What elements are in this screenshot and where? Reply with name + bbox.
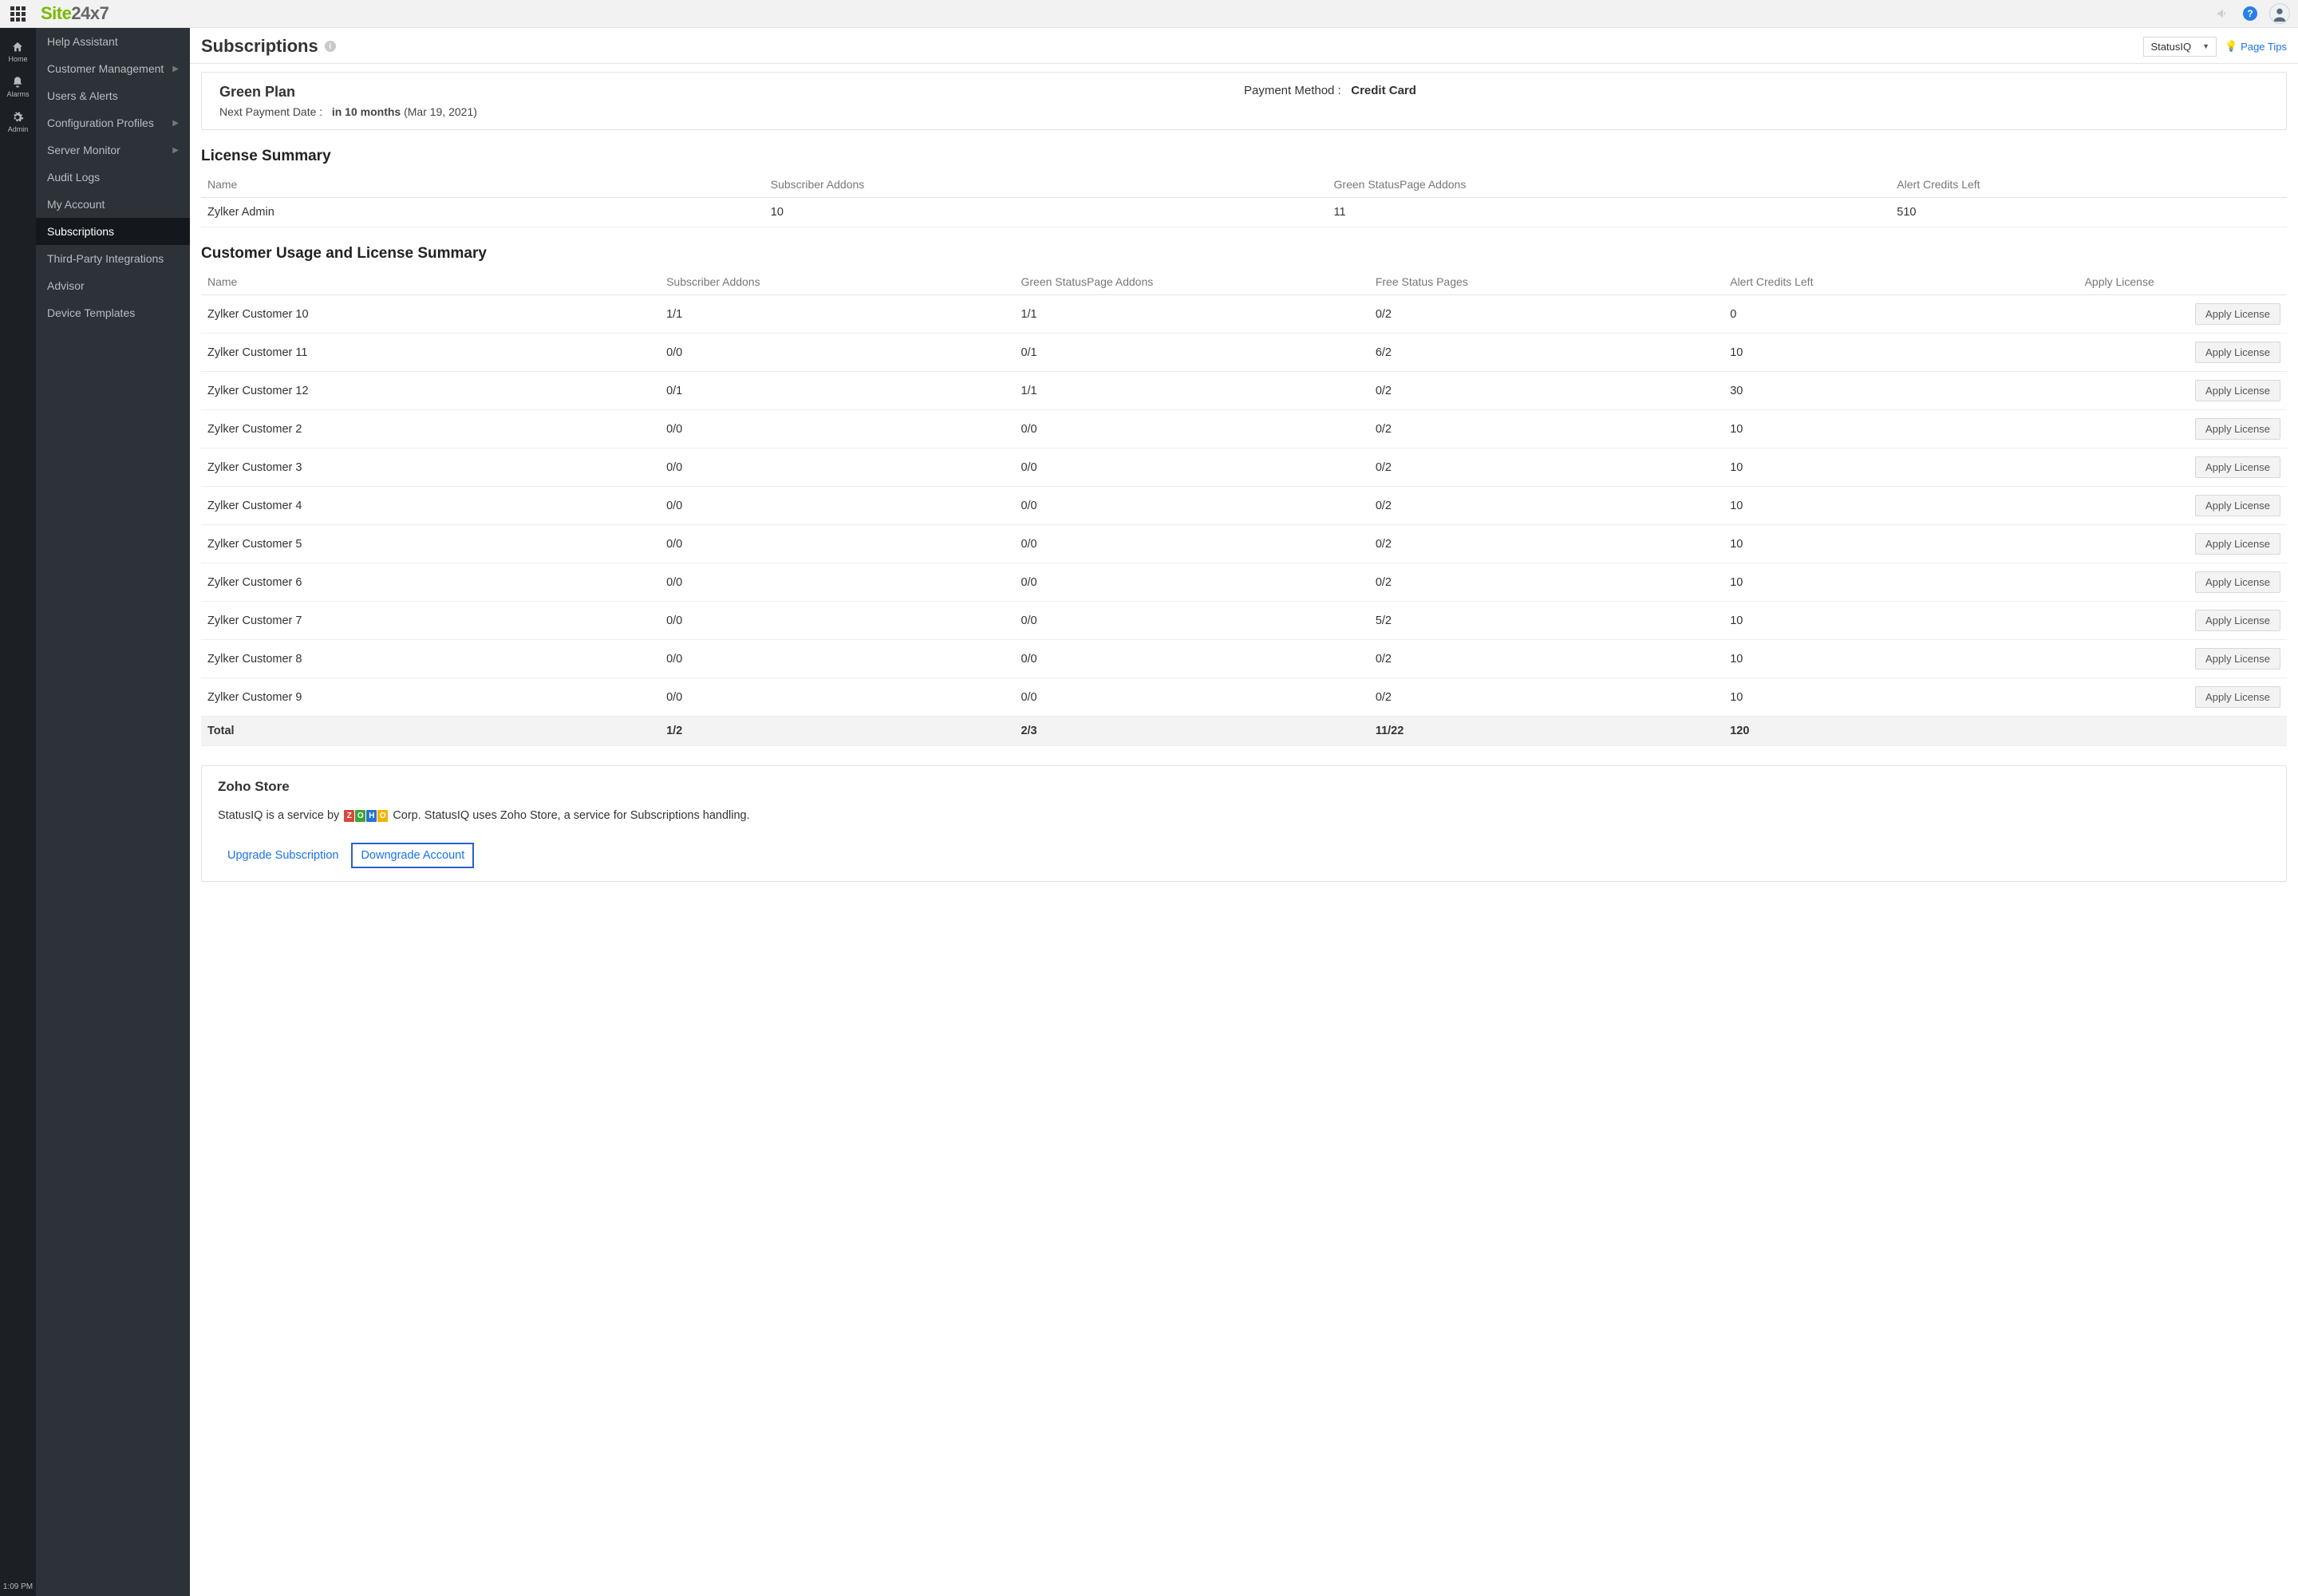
col-subscriber: Subscriber Addons (764, 172, 1328, 198)
zoho-logo-icon: ZOHO (342, 810, 389, 822)
rail-admin[interactable]: Admin (8, 105, 29, 140)
col-name: Name (201, 172, 764, 198)
top-header: Site24x7 ? (0, 0, 2298, 28)
rail-label: Alarms (6, 90, 29, 98)
apply-license-button[interactable]: Apply License (2195, 342, 2280, 363)
apply-license-button[interactable]: Apply License (2195, 303, 2280, 325)
apply-license-button[interactable]: Apply License (2195, 456, 2280, 478)
sidebar-item-label: Users & Alerts (47, 89, 118, 102)
usage-row: Zylker Customer 70/00/05/210Apply Licens… (201, 602, 2287, 640)
store-title: Zoho Store (218, 779, 2270, 795)
col-green: Green StatusPage Addons (1014, 269, 1368, 295)
sidebar-item-label: Configuration Profiles (47, 117, 154, 129)
payment-method: Payment Method : Credit Card (1244, 84, 2268, 118)
brand-logo: Site24x7 (41, 3, 109, 24)
sidebar-item-label: Customer Management (47, 62, 164, 75)
zoho-store-card: Zoho Store StatusIQ is a service by ZOHO… (201, 765, 2287, 882)
usage-row: Zylker Customer 90/00/00/210Apply Licens… (201, 678, 2287, 717)
sidebar-item-label: Audit Logs (47, 171, 100, 184)
col-alert: Alert Credits Left (1724, 269, 2078, 295)
apply-license-button[interactable]: Apply License (2195, 648, 2280, 670)
sidebar-item-subscriptions[interactable]: Subscriptions (36, 218, 190, 245)
apply-license-button[interactable]: Apply License (2195, 610, 2280, 631)
sidebar-item-help-assistant[interactable]: Help Assistant (36, 28, 190, 55)
sidebar-item-device-templates[interactable]: Device Templates (36, 299, 190, 326)
usage-row: Zylker Customer 20/00/00/210Apply Licens… (201, 410, 2287, 448)
usage-row: Zylker Customer 40/00/00/210Apply Licens… (201, 487, 2287, 525)
usage-row: Zylker Customer 60/00/00/210Apply Licens… (201, 563, 2287, 602)
sidebar-item-label: Subscriptions (47, 225, 114, 238)
sidebar-item-advisor[interactable]: Advisor (36, 272, 190, 299)
rail-home[interactable]: Home (8, 34, 27, 69)
chevron-right-icon: ▶ (172, 146, 179, 155)
user-avatar[interactable] (2269, 3, 2290, 24)
col-free: Free Status Pages (1369, 269, 1724, 295)
downgrade-account-link[interactable]: Downgrade Account (351, 843, 474, 868)
sidebar-item-label: My Account (47, 198, 105, 211)
rail-label: Admin (8, 125, 29, 133)
chevron-right-icon: ▶ (172, 65, 179, 73)
clock-label: 1:09 PM (3, 1582, 33, 1591)
sidebar-item-label: Advisor (47, 279, 85, 292)
license-summary-table: Name Subscriber Addons Green StatusPage … (201, 172, 2287, 227)
usage-row: Zylker Customer 30/00/00/210Apply Licens… (201, 448, 2287, 487)
bulb-icon: 💡 (2225, 40, 2237, 53)
usage-row: Zylker Customer 101/11/10/20Apply Licens… (201, 295, 2287, 334)
sidebar-item-audit-logs[interactable]: Audit Logs (36, 164, 190, 191)
sidebar: Help Assistant Customer Management ▶ Users … (36, 28, 190, 1596)
page-tips-link[interactable]: 💡 Page Tips (2225, 40, 2287, 53)
main-content: Subscriptions i StatusIQ ▼ 💡 Page Tips G… (190, 28, 2298, 1596)
sidebar-item-customer-management[interactable]: Customer Management ▶ (36, 55, 190, 82)
col-subscriber: Subscriber Addons (660, 269, 1014, 295)
plan-card: Green Plan Next Payment Date : in 10 mon… (201, 72, 2287, 130)
rail-alarms[interactable]: Alarms (6, 69, 29, 105)
store-description: StatusIQ is a service by ZOHO Corp. Stat… (218, 809, 2270, 822)
col-green: Green StatusPage Addons (1328, 172, 1891, 198)
apply-license-button[interactable]: Apply License (2195, 533, 2280, 555)
license-row: Zylker Admin 10 11 510 (201, 198, 2287, 227)
upgrade-subscription-link[interactable]: Upgrade Subscription (218, 843, 348, 868)
sidebar-item-users-alerts[interactable]: Users & Alerts (36, 82, 190, 109)
sidebar-item-my-account[interactable]: My Account (36, 191, 190, 218)
icon-rail: Home Alarms Admin 1:09 PM (0, 28, 36, 1596)
license-summary-title: License Summary (201, 148, 2287, 165)
sidebar-item-server-monitor[interactable]: Server Monitor ▶ (36, 136, 190, 164)
sidebar-item-configuration-profiles[interactable]: Configuration Profiles ▶ (36, 109, 190, 136)
chevron-right-icon: ▶ (172, 119, 179, 128)
col-alert: Alert Credits Left (1890, 172, 2287, 198)
usage-total-row: Total1/22/311/22120 (201, 717, 2287, 746)
sidebar-item-third-party-integrations[interactable]: Third-Party Integrations (36, 245, 190, 272)
info-icon[interactable]: i (325, 41, 336, 52)
sidebar-item-label: Third-Party Integrations (47, 252, 164, 265)
rail-label: Home (8, 55, 27, 63)
apply-license-button[interactable]: Apply License (2195, 686, 2280, 708)
apply-license-button[interactable]: Apply License (2195, 495, 2280, 516)
usage-row: Zylker Customer 120/11/10/230Apply Licen… (201, 372, 2287, 410)
selector-value: StatusIQ (2150, 41, 2191, 53)
col-apply: Apply License (2079, 269, 2287, 295)
chevron-down-icon: ▼ (2202, 42, 2209, 50)
apply-license-button[interactable]: Apply License (2195, 418, 2280, 440)
usage-row: Zylker Customer 110/00/16/210Apply Licen… (201, 334, 2287, 372)
apps-grid-icon (10, 6, 26, 22)
help-icon[interactable]: ? (2242, 6, 2258, 22)
col-name: Name (201, 269, 660, 295)
apps-launcher-button[interactable] (0, 0, 36, 28)
page-title: Subscriptions i (201, 36, 336, 57)
usage-row: Zylker Customer 80/00/00/210Apply Licens… (201, 640, 2287, 678)
usage-row: Zylker Customer 50/00/00/210Apply Licens… (201, 525, 2287, 563)
next-payment: Next Payment Date : in 10 months (Mar 19… (219, 105, 1244, 118)
plan-name: Green Plan (219, 84, 1244, 101)
sidebar-item-label: Device Templates (47, 306, 135, 319)
sidebar-item-label: Server Monitor (47, 144, 120, 156)
usage-summary-title: Customer Usage and License Summary (201, 245, 2287, 263)
apply-license-button[interactable]: Apply License (2195, 571, 2280, 593)
announcements-icon[interactable] (2215, 6, 2231, 22)
usage-table: Name Subscriber Addons Green StatusPage … (201, 269, 2287, 746)
sidebar-item-label: Help Assistant (47, 35, 118, 48)
product-selector[interactable]: StatusIQ ▼ (2143, 37, 2217, 57)
apply-license-button[interactable]: Apply License (2195, 380, 2280, 401)
